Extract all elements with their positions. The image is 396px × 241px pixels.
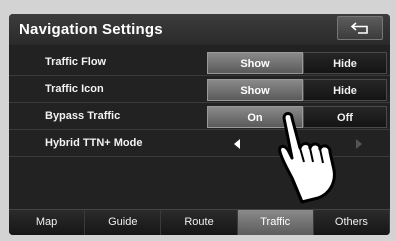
back-button[interactable] (337, 16, 383, 40)
screen: Navigation Settings Traffic Flow Show Hi… (0, 0, 396, 241)
pointing-hand-icon (278, 112, 336, 204)
traffic-icon-hide-button[interactable]: Hide (303, 79, 387, 101)
row-label: Hybrid TTN+ Mode (45, 137, 143, 149)
right-arrow-icon (356, 139, 362, 149)
traffic-icon-show-button[interactable]: Show (207, 79, 303, 101)
left-arrow-icon (234, 139, 240, 149)
tab-guide[interactable]: Guide (85, 210, 162, 235)
back-arrow-icon (350, 22, 368, 34)
row-label: Traffic Icon (45, 83, 104, 95)
tab-map[interactable]: Map (9, 210, 86, 235)
tab-route[interactable]: Route (161, 210, 238, 235)
row-traffic-icon: Traffic Icon Show Hide (9, 76, 390, 103)
tab-traffic[interactable]: Traffic (237, 210, 314, 235)
traffic-flow-show-button[interactable]: Show (207, 52, 303, 74)
tab-bar: Map Guide Route Traffic Others (9, 209, 390, 235)
hybrid-mode-prev-button[interactable] (207, 133, 267, 155)
row-label: Bypass Traffic (45, 110, 121, 122)
row-traffic-flow: Traffic Flow Show Hide (9, 49, 390, 76)
header: Navigation Settings (9, 14, 390, 45)
row-label: Traffic Flow (45, 56, 107, 68)
tab-others[interactable]: Others (313, 210, 390, 235)
traffic-flow-hide-button[interactable]: Hide (303, 52, 387, 74)
page-title: Navigation Settings (19, 21, 163, 38)
